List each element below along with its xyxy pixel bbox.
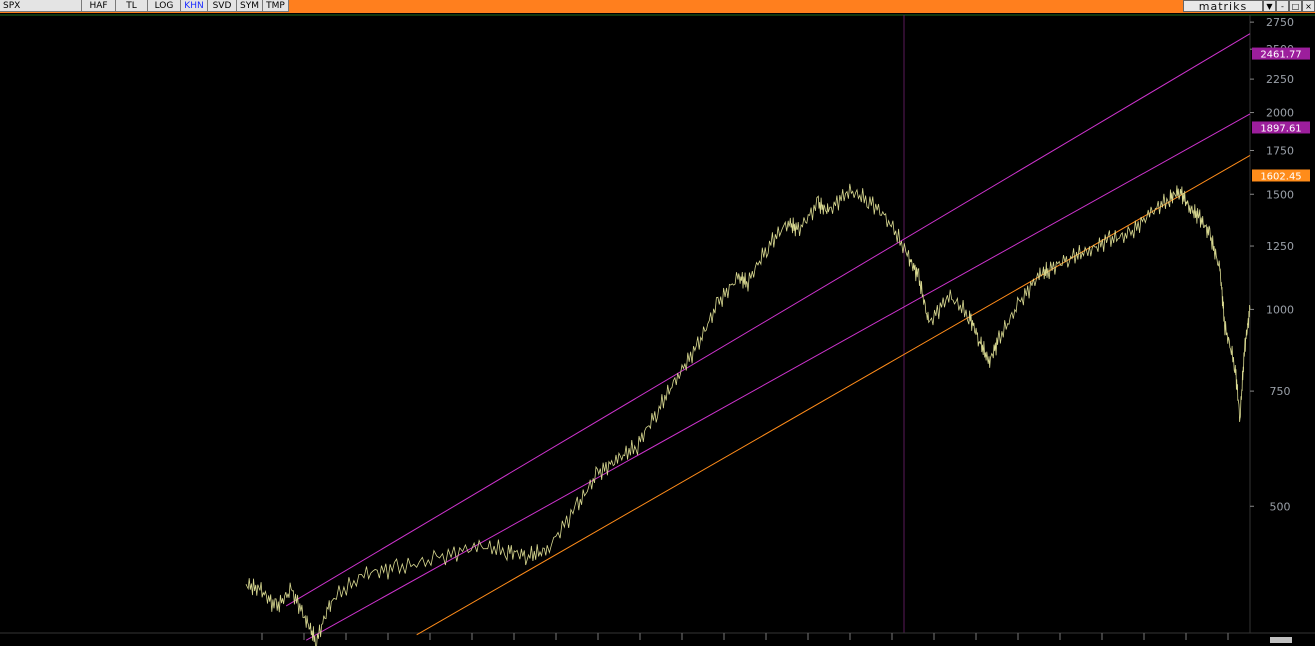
toolbar-button-group: SPX HAF TL LOG KHN SVD SYM TMP — [0, 0, 289, 13]
dropdown-icon[interactable]: ▼ — [1263, 0, 1276, 12]
maximize-icon[interactable]: □ — [1289, 0, 1302, 12]
price-label-text: 2461.77 — [1260, 50, 1301, 61]
window-controls: matriks ▼ - □ × — [1183, 0, 1315, 13]
log-button[interactable]: LOG — [148, 0, 181, 12]
chart-toolbar: SPX HAF TL LOG KHN SVD SYM TMP matriks ▼… — [0, 0, 1315, 13]
y-tick-label: 750 — [1270, 385, 1291, 398]
symbol-field[interactable]: SPX — [0, 0, 82, 12]
y-tick-label: 1500 — [1266, 188, 1294, 201]
scroll-handle — [1270, 637, 1292, 643]
y-tick-label: 2250 — [1266, 73, 1294, 86]
sym-button[interactable]: SYM — [237, 0, 263, 12]
khn-button[interactable]: KHN — [181, 0, 208, 12]
price-label-text: 1602.45 — [1260, 171, 1301, 182]
haf-button[interactable]: HAF — [82, 0, 116, 12]
y-tick-label: 2750 — [1266, 16, 1294, 29]
price-chart[interactable]: 50075010001250150017502000225025002750 2… — [0, 13, 1315, 646]
close-icon[interactable]: × — [1302, 0, 1315, 12]
tmp-button[interactable]: TMP — [263, 0, 289, 12]
y-tick-label: 2000 — [1266, 107, 1294, 120]
minimize-icon[interactable]: - — [1276, 0, 1289, 12]
brand-logo: matriks — [1183, 0, 1263, 12]
price-label-text: 1897.61 — [1260, 123, 1301, 134]
y-tick-label: 500 — [1270, 500, 1291, 513]
y-tick-label: 1750 — [1266, 144, 1294, 157]
tl-button[interactable]: TL — [116, 0, 148, 12]
y-tick-label: 1250 — [1266, 240, 1294, 253]
chart-background — [0, 13, 1315, 646]
svd-button[interactable]: SVD — [208, 0, 237, 12]
y-tick-label: 1000 — [1266, 303, 1294, 316]
